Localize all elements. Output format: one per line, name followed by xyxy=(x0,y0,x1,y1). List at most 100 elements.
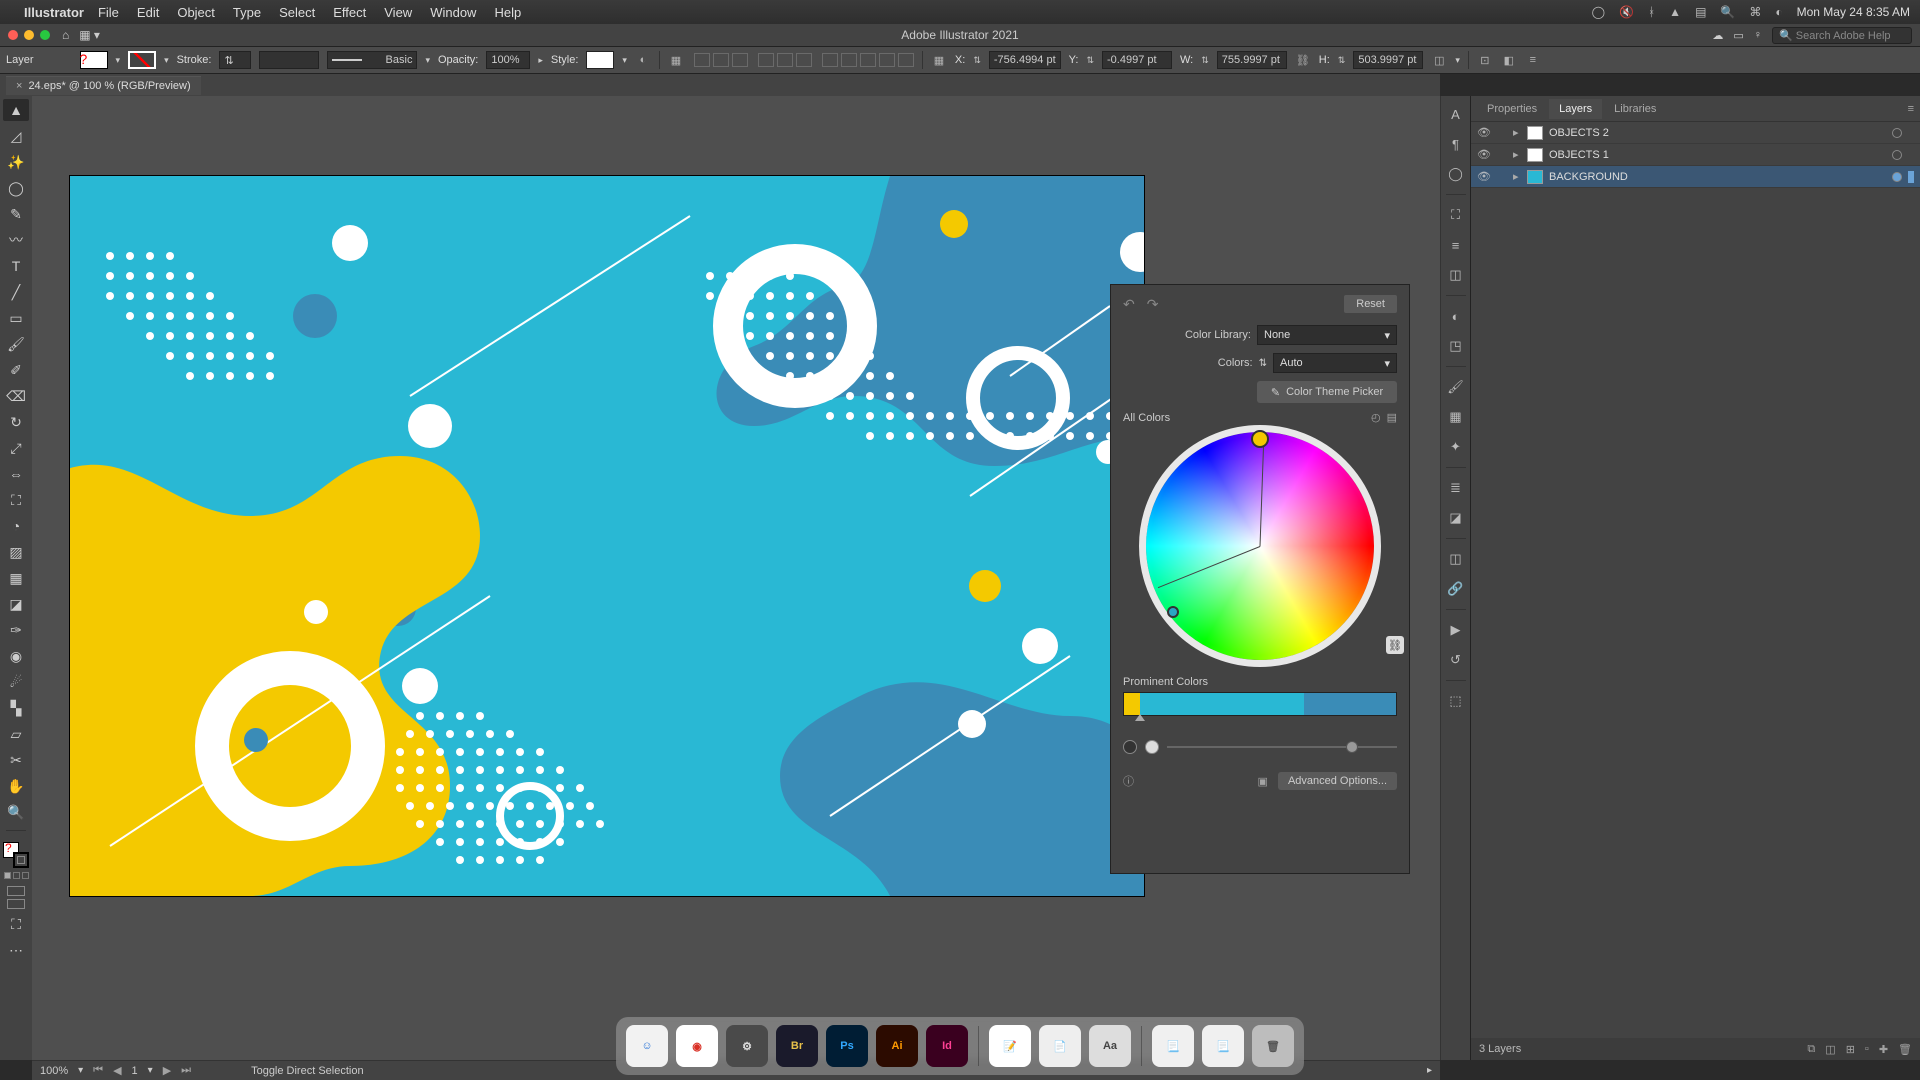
swatches-panel-icon[interactable]: ▦ xyxy=(1446,407,1466,427)
magic-wand-tool[interactable]: ✨ xyxy=(3,151,29,173)
opacity-input[interactable]: 100% xyxy=(486,51,530,69)
window-controls[interactable] xyxy=(8,30,50,40)
color-wheel[interactable]: ⛓ xyxy=(1146,432,1374,660)
stroke-profile[interactable] xyxy=(259,51,319,69)
reset-button[interactable]: Reset xyxy=(1344,295,1397,313)
info-icon[interactable]: ⓘ xyxy=(1123,773,1134,789)
stroke-weight-input[interactable]: ⇅ xyxy=(219,51,251,69)
spotlight-icon[interactable]: 🔍 xyxy=(1720,5,1735,19)
macos-dock[interactable]: ☺◉⚙BrPsAiId 📝 📄 Aa 📃 📃 🗑 xyxy=(616,1017,1304,1075)
artboard-number[interactable]: 1 xyxy=(132,1065,138,1077)
disclosure-icon[interactable]: ▸ xyxy=(1513,148,1521,161)
visibility-icon[interactable]: 👁 xyxy=(1477,170,1491,183)
learn-icon[interactable]: ♀ xyxy=(1754,29,1762,41)
dock-notes-icon[interactable]: 📝 xyxy=(989,1025,1031,1067)
wifi-icon[interactable]: ▲ xyxy=(1669,5,1681,19)
selection-tool[interactable]: ▲ xyxy=(3,99,29,121)
target-icon[interactable] xyxy=(1892,172,1902,182)
perspective-tool[interactable]: ▨ xyxy=(3,541,29,563)
document-tab[interactable]: ×24.eps* @ 100 % (RGB/Preview) xyxy=(6,76,201,95)
wheel-handle[interactable] xyxy=(1167,606,1179,618)
artboard-dropdown-icon[interactable]: ▾ xyxy=(148,1065,153,1076)
isolate-icon[interactable]: ⊡ xyxy=(1477,52,1493,68)
scale-tool[interactable]: ⤢ xyxy=(3,437,29,459)
dock-app-icon[interactable]: Ai xyxy=(876,1025,918,1067)
siri-icon[interactable]: ◐ xyxy=(1775,5,1782,19)
x-value[interactable]: -756.4994 pt xyxy=(989,51,1061,69)
pathfinder-panel-icon[interactable]: ◫ xyxy=(1446,265,1466,285)
opentype-panel-icon[interactable]: ◯ xyxy=(1446,164,1466,184)
prominent-slider-handle[interactable] xyxy=(1135,714,1145,721)
menu-select[interactable]: Select xyxy=(279,5,315,20)
dist-h-icon[interactable] xyxy=(822,53,838,67)
links-panel-icon[interactable]: 🔗 xyxy=(1446,579,1466,599)
color-mode-toggles[interactable] xyxy=(4,872,29,879)
screen-mode-icon[interactable]: ⛶ xyxy=(3,913,29,935)
bluetooth-icon[interactable]: ᚼ xyxy=(1648,5,1655,19)
gradient-panel-icon[interactable]: ◪ xyxy=(1446,508,1466,528)
shape-mode-icon[interactable]: ◫ xyxy=(1431,52,1447,68)
edit-toolbar-icon[interactable]: ⋯ xyxy=(3,939,29,961)
dock-doc2-icon[interactable]: 📃 xyxy=(1202,1025,1244,1067)
new-layer-2-icon[interactable]: ✚ xyxy=(1879,1043,1888,1056)
layer-row[interactable]: 👁 ▸ OBJECTS 1 xyxy=(1471,144,1920,166)
dock-app-icon[interactable]: ⚙ xyxy=(726,1025,768,1067)
menu-edit[interactable]: Edit xyxy=(137,5,159,20)
disclosure-icon[interactable]: ▸ xyxy=(1513,126,1521,139)
dock-app-icon[interactable]: ◉ xyxy=(676,1025,718,1067)
wheel-mode-icon[interactable]: ◴ xyxy=(1371,411,1381,424)
minimize-window-icon[interactable] xyxy=(24,30,34,40)
tab-layers[interactable]: Layers xyxy=(1549,99,1602,119)
eyedropper-tool[interactable]: ✑ xyxy=(3,619,29,641)
dock-textedit-icon[interactable]: 📄 xyxy=(1039,1025,1081,1067)
transparency-panel-icon[interactable]: ◫ xyxy=(1446,549,1466,569)
gradient-tool[interactable]: ◪ xyxy=(3,593,29,615)
undo-icon[interactable]: ↶ xyxy=(1123,296,1135,313)
dist-s2-icon[interactable] xyxy=(879,53,895,67)
last-artboard-icon[interactable]: ⏭ xyxy=(181,1064,191,1077)
align-to-icon[interactable]: ▦ xyxy=(668,52,684,68)
save-group-icon[interactable]: ▣ xyxy=(1258,775,1268,788)
dock-app-icon[interactable]: ☺ xyxy=(626,1025,668,1067)
type-tool[interactable]: T xyxy=(3,255,29,277)
search-help-input[interactable]: 🔍 Search Adobe Help xyxy=(1772,27,1912,44)
mute-icon[interactable]: 🔇 xyxy=(1619,5,1634,19)
cc-icon[interactable]: ◯ xyxy=(1592,5,1605,19)
dist-v-icon[interactable] xyxy=(841,53,857,67)
y-value[interactable]: -0.4997 pt xyxy=(1102,51,1172,69)
align-right-icon[interactable] xyxy=(732,53,748,67)
visibility-icon[interactable]: 👁 xyxy=(1477,126,1491,139)
symbol-tool[interactable]: ☄ xyxy=(3,671,29,693)
menu-help[interactable]: Help xyxy=(494,5,521,20)
graphic-styles-panel-icon[interactable]: ◳ xyxy=(1446,336,1466,356)
menu-file[interactable]: File xyxy=(98,5,119,20)
target-icon[interactable] xyxy=(1892,128,1902,138)
prominent-swatch[interactable] xyxy=(1124,693,1140,715)
dock-trash-icon[interactable]: 🗑 xyxy=(1252,1025,1294,1067)
rectangle-tool[interactable]: ▭ xyxy=(3,307,29,329)
align-left-icon[interactable] xyxy=(694,53,710,67)
align-bottom-icon[interactable] xyxy=(796,53,812,67)
blend-tool[interactable]: ◉ xyxy=(3,645,29,667)
artboard[interactable] xyxy=(70,176,1144,896)
brush-def[interactable]: Basic xyxy=(327,51,417,69)
paintbrush-tool[interactable]: 🖌 xyxy=(3,333,29,355)
prominent-swatch[interactable] xyxy=(1304,693,1396,715)
dock-app-icon[interactable]: Ps xyxy=(826,1025,868,1067)
create-sublayer-icon[interactable]: ⊞ xyxy=(1846,1043,1855,1056)
menu-view[interactable]: View xyxy=(384,5,412,20)
link-wh-icon[interactable]: ⛓ xyxy=(1295,52,1311,68)
shape-builder-tool[interactable]: ◔ xyxy=(3,515,29,537)
fill-stroke-swatches[interactable]: ? xyxy=(3,842,29,868)
line-tool[interactable]: ╱ xyxy=(3,281,29,303)
zoom-dropdown-icon[interactable]: ▾ xyxy=(78,1065,83,1076)
w-value[interactable]: 755.9997 pt xyxy=(1217,51,1287,69)
character-panel-icon[interactable]: A xyxy=(1446,104,1466,124)
recolor-artwork-panel[interactable]: ↶ ↷ Reset Color Library: None▾ Colors: ⇅… xyxy=(1110,284,1410,874)
prominent-colors-bar[interactable] xyxy=(1123,692,1397,716)
symbols-panel-icon[interactable]: ✦ xyxy=(1446,437,1466,457)
battery-icon[interactable]: ▤ xyxy=(1695,5,1706,19)
asset-export-panel-icon[interactable]: ⬚ xyxy=(1446,691,1466,711)
layer-row[interactable]: 👁 ▸ OBJECTS 2 xyxy=(1471,122,1920,144)
slice-tool[interactable]: ✂ xyxy=(3,749,29,771)
